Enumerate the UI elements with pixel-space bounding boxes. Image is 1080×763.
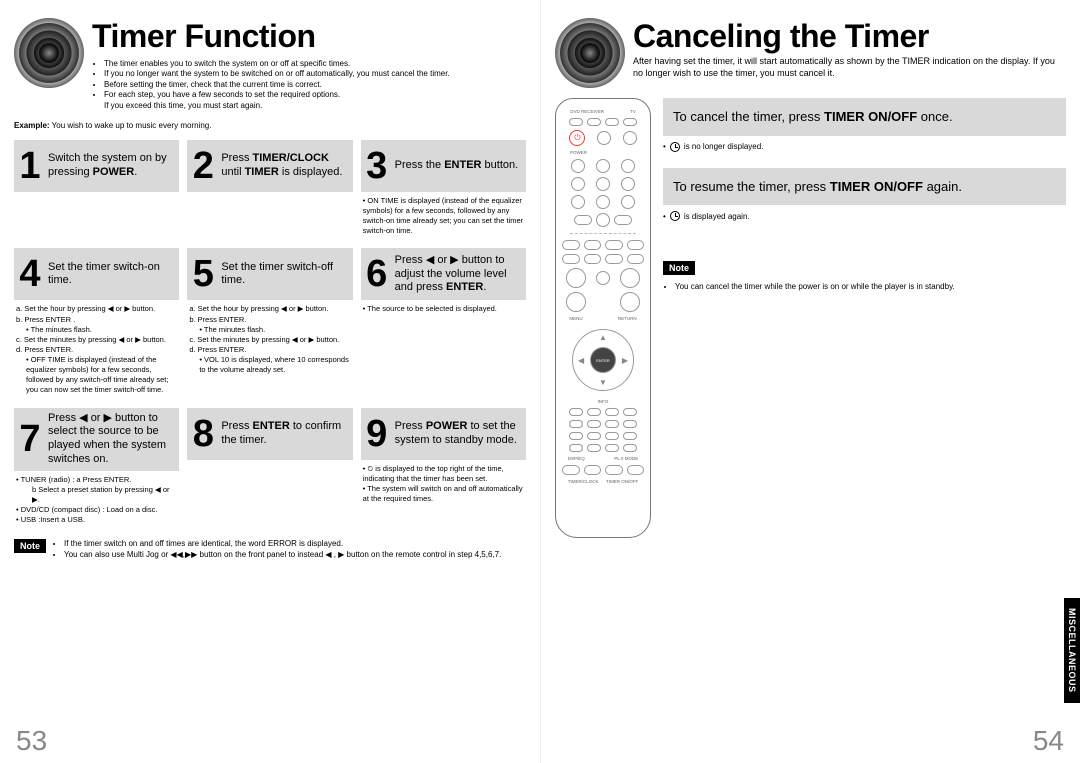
step-text: Press TIMER/CLOCK until TIMER is display… [221,152,346,180]
intro-item: The timer enables you to switch the syst… [104,59,526,69]
step-text: Press POWER to set the system to standby… [395,420,520,448]
step-text: Press ◀ or ▶ button to adjust the volume… [395,254,520,295]
remote-btn [605,118,619,126]
step-body: • TUNER (radio) : a Press ENTER. b Selec… [14,471,179,532]
chevron-down-icon: ▼ [599,378,607,387]
right-note-list: You can cancel the timer while the power… [663,281,1066,292]
clock-icon [670,211,680,221]
note-item: You can also use Multi Jog or ◀◀,▶▶ butt… [64,550,526,561]
remote-vol-up [566,268,586,288]
step-number: 7 [16,420,48,458]
intro-item: For each step, you have a few seconds to… [104,90,526,100]
step-text: Press ENTER to confirm the timer. [221,420,346,448]
right-intro: After having set the timer, it will star… [633,55,1066,79]
header-left: Timer Function The timer enables you to … [14,18,526,111]
step-2: 2 Press TIMER/CLOCK until TIMER is displ… [187,140,352,243]
step-body: • ⏲ is displayed to the top right of the… [361,460,526,511]
step-number: 2 [189,147,221,185]
page-title-right: Canceling the Timer [633,18,1066,55]
step-text: Set the timer switch-on time. [48,261,173,289]
remote-btn [569,118,583,126]
speaker-icon [555,18,625,88]
note-item: If the timer switch on and off times are… [64,539,526,550]
example-label: Example: [14,121,50,130]
remote-btn [587,118,601,126]
remote-btn [623,118,637,126]
step-body: a. Set the hour by pressing ◀ or ▶ butto… [187,300,352,381]
chevron-left-icon: ◀ [578,356,584,365]
step-6: 6 Press ◀ or ▶ button to adjust the volu… [361,248,526,401]
page-number-right: 54 [1033,725,1064,757]
remote-control-illustration: DVD RECEIVER TV ⏻ POWER [555,98,651,538]
step-number: 5 [189,255,221,293]
header-right: Canceling the Timer After having set the… [555,18,1066,88]
steps-grid: 1 Switch the system on by pressing POWER… [14,140,526,531]
step-5: 5 Set the timer switch-off time. a. Set … [187,248,352,401]
example-text: You wish to wake up to music every morni… [52,121,212,130]
step-number: 6 [363,255,395,293]
remote-ch-down [620,292,640,312]
remote-mute [596,271,610,285]
cancel-instruction-box: To cancel the timer, press TIMER ON/OFF … [663,98,1066,136]
step-8: 8 Press ENTER to confirm the timer. [187,408,352,532]
remote-numpad [568,159,638,209]
note-chip: Note [14,539,46,553]
note-chip: Note [663,261,695,275]
step-7: 7 Press ◀ or ▶ button to select the sour… [14,408,179,532]
remote-vol-down [566,292,586,312]
page-left: Timer Function The timer enables you to … [0,0,540,763]
step-number: 4 [16,255,48,293]
note-row-left: Note If the timer switch on and off time… [14,539,526,561]
note-item: You can cancel the timer while the power… [675,281,1066,292]
remote-btn [623,131,637,145]
step-number: 3 [363,147,395,185]
example-line: Example: You wish to wake up to music ev… [14,121,526,130]
intro-item: If you no longer want the system to be s… [104,69,526,79]
step-text: Press ◀ or ▶ button to select the source… [48,412,173,467]
step-text: Set the timer switch-off time. [221,261,346,289]
step-9: 9 Press POWER to set the system to stand… [361,408,526,532]
note-content: If the timer switch on and off times are… [54,539,526,561]
remote-power-button: ⏻ [569,130,585,146]
step-body: • The source to be selected is displayed… [361,300,526,320]
step-text: Switch the system on by pressing POWER. [48,152,173,180]
step-1: 1 Switch the system on by pressing POWER… [14,140,179,243]
chevron-up-icon: ▲ [599,333,607,342]
remote-enter-button: ENTER [590,347,616,373]
step-body: • ON TIME is displayed (instead of the e… [361,192,526,243]
cancel-status-line: • is no longer displayed. [663,142,1066,152]
step-number: 1 [16,147,48,185]
step-text: Press the ENTER button. [395,159,520,173]
page-right: Canceling the Timer After having set the… [540,0,1080,763]
remote-btn [597,131,611,145]
clock-icon [670,142,680,152]
intro-sub: If you exceed this time, you must start … [104,101,526,111]
remote-ch-up [620,268,640,288]
page-number-left: 53 [16,725,47,757]
intro-item: Before setting the timer, check that the… [104,80,526,90]
step-number: 8 [189,415,221,453]
resume-instruction-box: To resume the timer, press TIMER ON/OFF … [663,168,1066,206]
page-title-left: Timer Function [92,18,526,55]
step-number: 9 [363,415,395,453]
chevron-right-icon: ▶ [622,356,628,365]
step-3: 3 Press the ENTER button. • ON TIME is d… [361,140,526,243]
step-body: a. Set the hour by pressing ◀ or ▶ butto… [14,300,179,401]
intro-list: The timer enables you to switch the syst… [92,59,526,101]
speaker-icon [14,18,84,88]
remote-dpad: ▲ ▼ ◀ ▶ ENTER [572,329,634,391]
resume-status-line: • is displayed again. [663,211,1066,221]
step-4: 4 Set the timer switch-on time. a. Set t… [14,248,179,401]
side-tab-miscellaneous: MISCELLANEOUS [1064,598,1080,703]
